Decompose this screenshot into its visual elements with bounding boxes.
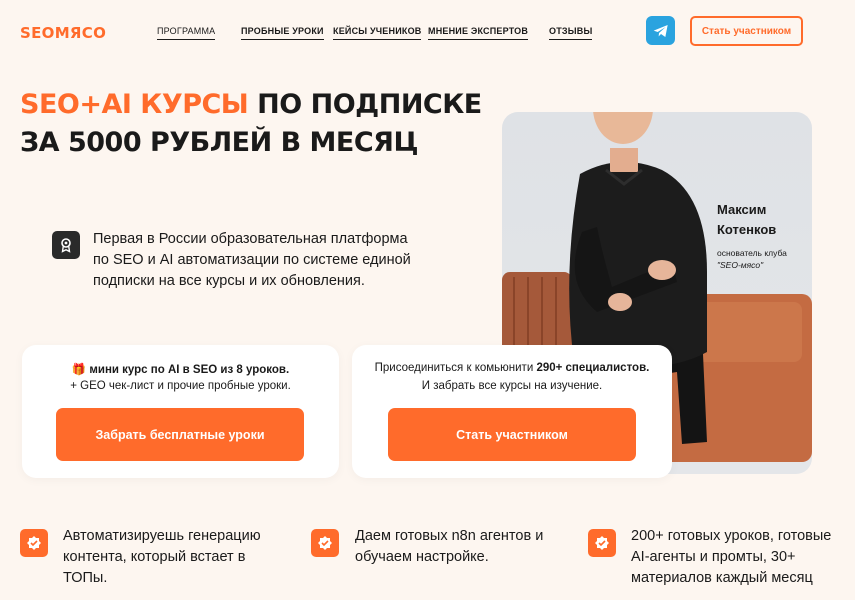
badge-check-icon	[20, 529, 48, 557]
gift-icon: 🎁	[71, 364, 87, 376]
join-community-card: Присоединиться к комьюнити 290+ специали…	[352, 345, 672, 478]
nav-link-program[interactable]: ПРОГРАММА	[157, 26, 216, 40]
free-lessons-title-text: мини курс по AI в SEO из 8 уроков.	[89, 364, 290, 376]
join-community-title-count: 290+ специалистов.	[536, 362, 650, 374]
feature-text-n8n-agents: Даем готовых n8n агентов и обучаем настр…	[355, 528, 544, 565]
join-community-title-prefix: Присоединиться к комьюнити	[374, 362, 537, 374]
get-free-lessons-button[interactable]: Забрать бесплатные уроки	[56, 408, 304, 461]
award-icon	[52, 231, 80, 259]
hero-title: SEO+AI КУРСЫ ПО ПОДПИСКЕ ЗА 5000 РУБЛЕЙ …	[20, 86, 482, 162]
nav-link-trial-lessons[interactable]: ПРОБНЫЕ УРОКИ	[241, 26, 324, 40]
author-role: основатель клуба "SEO-мясо"	[717, 247, 787, 271]
free-lessons-card: 🎁 мини курс по AI в SEO из 8 уроков. + G…	[22, 345, 339, 478]
nav-link-student-cases[interactable]: КЕЙСЫ УЧЕНИКОВ	[333, 26, 422, 40]
author-last-name: Котенков	[717, 222, 777, 237]
nav-link-expert-opinions[interactable]: МНЕНИЕ ЭКСПЕРТОВ	[428, 26, 529, 40]
site-logo[interactable]: SEOМЯСО	[20, 24, 106, 42]
author-first-name: Максим	[717, 202, 767, 217]
telegram-icon	[653, 24, 668, 37]
hero-title-line2: ЗА 5000 РУБЛЕЙ В МЕСЯЦ	[20, 127, 419, 158]
become-member-header-button[interactable]: Стать участником	[690, 16, 803, 46]
author-name: Максим Котенков	[717, 200, 776, 240]
hero-title-rest: ПО ПОДПИСКЕ	[248, 89, 482, 120]
free-lessons-title: 🎁 мини курс по AI в SEO из 8 уроков.	[22, 362, 339, 376]
badge-check-icon	[311, 529, 339, 557]
author-club-name: "SEO-мясо"	[717, 260, 764, 270]
feature-text-lessons: 200+ готовых уроков, готовые AI-агенты и…	[631, 528, 832, 586]
join-community-subtitle: И забрать все курсы на изучение.	[421, 380, 603, 392]
hero-description: Первая в России образовательная платформ…	[93, 231, 411, 289]
feature-text-automation: Автоматизируешь генерацию контента, кото…	[63, 528, 261, 586]
nav-link-reviews[interactable]: ОТЗЫВЫ	[549, 26, 593, 40]
free-lessons-subtitle: + GEO чек-лист и прочие пробные уроки.	[70, 380, 291, 392]
author-role-prefix: основатель клуба	[717, 248, 787, 258]
badge-check-icon	[588, 529, 616, 557]
join-community-title: Присоединиться к комьюнити 290+ специали…	[352, 362, 672, 374]
hero-title-accent: SEO+AI КУРСЫ	[20, 89, 249, 120]
become-member-button[interactable]: Стать участником	[388, 408, 636, 461]
telegram-button[interactable]	[646, 16, 675, 45]
